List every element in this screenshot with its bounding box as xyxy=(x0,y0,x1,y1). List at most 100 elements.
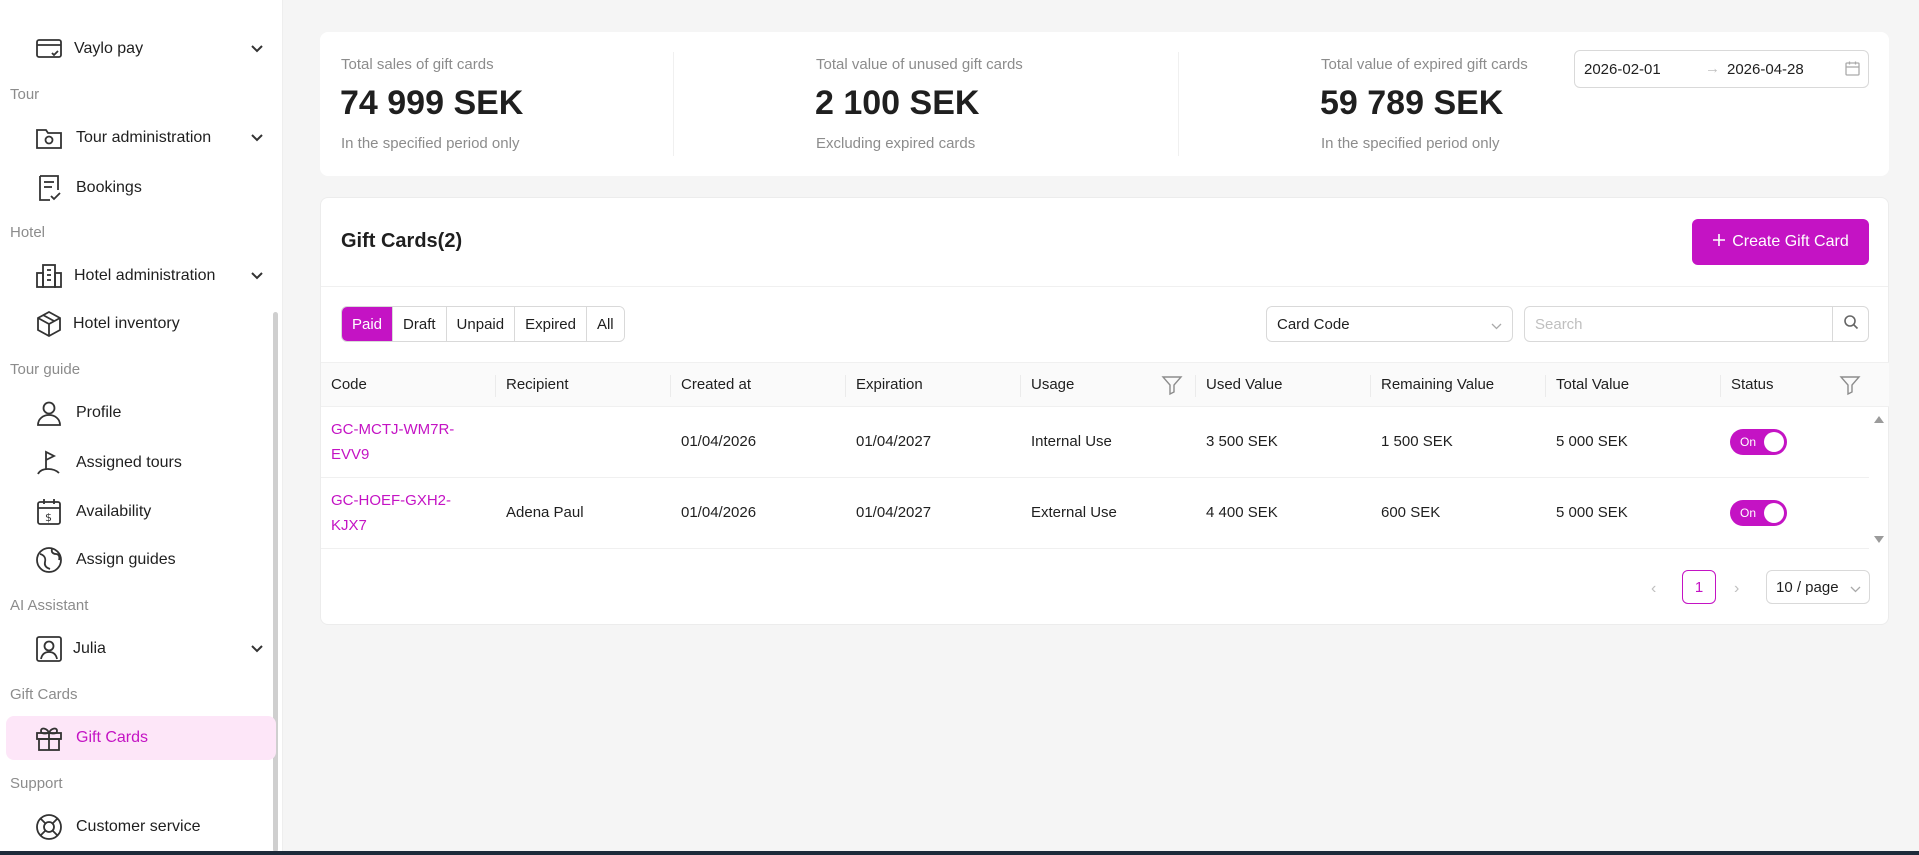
status-toggle[interactable]: On xyxy=(1730,500,1787,526)
sidebar-item-label: Tour administration xyxy=(76,129,212,146)
column-separator xyxy=(495,375,496,397)
page-number[interactable]: 1 xyxy=(1682,570,1716,604)
stat-expired-value: 59 789 SEK xyxy=(1320,84,1504,122)
sidebar-item-label: Gift Cards xyxy=(76,729,149,746)
status-filter-tabs: Paid Draft Unpaid Expired All xyxy=(341,306,625,342)
gift-cards-card: Gift Cards(2) Create Gift Card Paid Draf… xyxy=(320,197,1889,625)
column-header-remaining-value[interactable]: Remaining Value xyxy=(1381,376,1494,393)
column-separator xyxy=(1020,375,1021,397)
tour-folder-icon xyxy=(34,123,64,153)
remaining-value-cell: 1 500 SEK xyxy=(1381,433,1453,450)
sidebar-item-label: Customer service xyxy=(76,818,201,835)
table-scroll-down-arrow[interactable] xyxy=(1874,536,1884,543)
table-row[interactable]: GC-HOEF-GXH2-KJX7 Adena Paul 01/04/2026 … xyxy=(321,478,1869,549)
column-header-status[interactable]: Status xyxy=(1731,376,1774,393)
divider xyxy=(321,286,1888,287)
sidebar-item-label: Assigned tours xyxy=(76,454,182,471)
toggle-knob xyxy=(1764,503,1784,523)
sidebar-item-availability[interactable]: $ Availability xyxy=(6,490,276,534)
search-icon xyxy=(1843,314,1859,335)
column-header-created-at[interactable]: Created at xyxy=(681,376,751,393)
sidebar-item-gift-cards[interactable]: Gift Cards xyxy=(6,716,276,760)
total-value-cell: 5 000 SEK xyxy=(1556,433,1628,450)
sidebar-item-hotel-inventory[interactable]: Hotel inventory xyxy=(6,302,276,346)
stat-sales-sub: In the specified period only xyxy=(341,135,520,152)
column-header-total-value[interactable]: Total Value xyxy=(1556,376,1629,393)
used-value-cell: 3 500 SEK xyxy=(1206,433,1278,450)
date-range-picker[interactable]: 2026-02-01 → 2026-04-28 xyxy=(1574,50,1869,88)
previous-page-button[interactable]: ‹ xyxy=(1651,580,1656,598)
date-to-input[interactable]: 2026-04-28 xyxy=(1727,61,1804,78)
chevron-down-icon[interactable] xyxy=(250,42,264,56)
column-separator xyxy=(1370,375,1371,397)
table-header: Code Recipient Created at Expiration Usa… xyxy=(321,362,1889,407)
globe-icon xyxy=(34,545,64,575)
sidebar-item-tour-administration[interactable]: Tour administration xyxy=(6,116,276,160)
sidebar-group-tour: Tour xyxy=(10,86,40,103)
expiration-cell: 01/04/2027 xyxy=(856,433,932,450)
building-icon xyxy=(34,261,64,291)
column-header-usage[interactable]: Usage xyxy=(1031,376,1074,393)
stat-expired-sub: In the specified period only xyxy=(1321,135,1500,152)
column-header-code[interactable]: Code xyxy=(331,376,367,393)
created-at-cell: 01/04/2026 xyxy=(681,433,757,450)
gift-card-code-link[interactable]: GC-MCTJ-WM7R-EVV9 xyxy=(331,417,461,467)
next-page-button[interactable]: › xyxy=(1734,580,1739,598)
sidebar-item-label: Vaylo pay xyxy=(74,40,144,57)
arrow-right-icon: → xyxy=(1705,60,1720,77)
filter-expired[interactable]: Expired xyxy=(514,307,586,341)
sidebar-group-ai-assistant: AI Assistant xyxy=(10,597,89,614)
column-header-expiration[interactable]: Expiration xyxy=(856,376,923,393)
filter-unpaid[interactable]: Unpaid xyxy=(445,307,515,341)
expiration-cell: 01/04/2027 xyxy=(856,504,932,521)
flag-route-icon xyxy=(34,448,64,478)
filter-icon[interactable] xyxy=(1161,374,1183,401)
status-toggle[interactable]: On xyxy=(1730,429,1787,455)
sidebar-item-julia[interactable]: Julia xyxy=(6,627,276,671)
search-input[interactable] xyxy=(1524,306,1833,342)
filter-draft[interactable]: Draft xyxy=(392,307,446,341)
sidebar-item-label: Assign guides xyxy=(76,551,176,568)
date-from-input[interactable]: 2026-02-01 xyxy=(1584,61,1661,78)
remaining-value-cell: 600 SEK xyxy=(1381,504,1441,521)
sidebar-item-profile[interactable]: Profile xyxy=(6,391,276,435)
chevron-down-icon[interactable] xyxy=(250,131,264,145)
divider xyxy=(673,52,674,156)
column-separator xyxy=(845,375,846,397)
table-row[interactable]: GC-MCTJ-WM7R-EVV9 01/04/2026 01/04/2027 … xyxy=(321,407,1869,478)
sidebar-group-gift-cards: Gift Cards xyxy=(10,686,78,703)
sidebar-item-bookings[interactable]: Bookings xyxy=(6,166,276,210)
chevron-down-icon[interactable] xyxy=(250,642,264,656)
gift-card-code-link[interactable]: GC-HOEF-GXH2-KJX7 xyxy=(331,488,461,538)
search-field-select[interactable]: Card Code xyxy=(1266,306,1513,342)
created-at-cell: 01/04/2026 xyxy=(681,504,757,521)
lifebuoy-icon xyxy=(34,812,64,842)
sidebar-item-assign-guides[interactable]: Assign guides xyxy=(6,538,276,582)
status-toggle-label: On xyxy=(1740,435,1757,449)
table-scroll-up-arrow[interactable] xyxy=(1874,416,1884,423)
usage-cell: Internal Use xyxy=(1031,433,1112,450)
sidebar-item-customer-service[interactable]: Customer service xyxy=(6,805,276,849)
toggle-knob xyxy=(1764,432,1784,452)
chevron-down-icon[interactable] xyxy=(250,269,264,283)
column-header-used-value[interactable]: Used Value xyxy=(1206,376,1282,393)
divider xyxy=(1178,52,1179,156)
sidebar-item-hotel-administration[interactable]: Hotel administration xyxy=(6,254,276,298)
sidebar-item-label: Julia xyxy=(73,640,106,657)
stat-expired-title: Total value of expired gift cards xyxy=(1321,56,1528,73)
stat-unused-sub: Excluding expired cards xyxy=(816,135,976,152)
filter-icon[interactable] xyxy=(1839,374,1861,401)
sidebar-group-support: Support xyxy=(10,775,63,792)
filter-paid[interactable]: Paid xyxy=(342,307,393,341)
search-button[interactable] xyxy=(1832,306,1869,342)
sidebar-group-hotel: Hotel xyxy=(10,224,46,241)
filter-all[interactable]: All xyxy=(585,307,624,341)
sidebar-item-label: Bookings xyxy=(76,179,142,196)
package-icon xyxy=(34,309,64,339)
column-header-recipient[interactable]: Recipient xyxy=(506,376,569,393)
sidebar-item-assigned-tours[interactable]: Assigned tours xyxy=(6,441,276,485)
gift-icon xyxy=(34,723,64,753)
sidebar-item-vaylo-pay[interactable]: Vaylo pay xyxy=(6,27,276,71)
create-gift-card-button[interactable]: Create Gift Card xyxy=(1692,219,1869,265)
page-size-select[interactable]: 10 / page xyxy=(1766,570,1870,604)
